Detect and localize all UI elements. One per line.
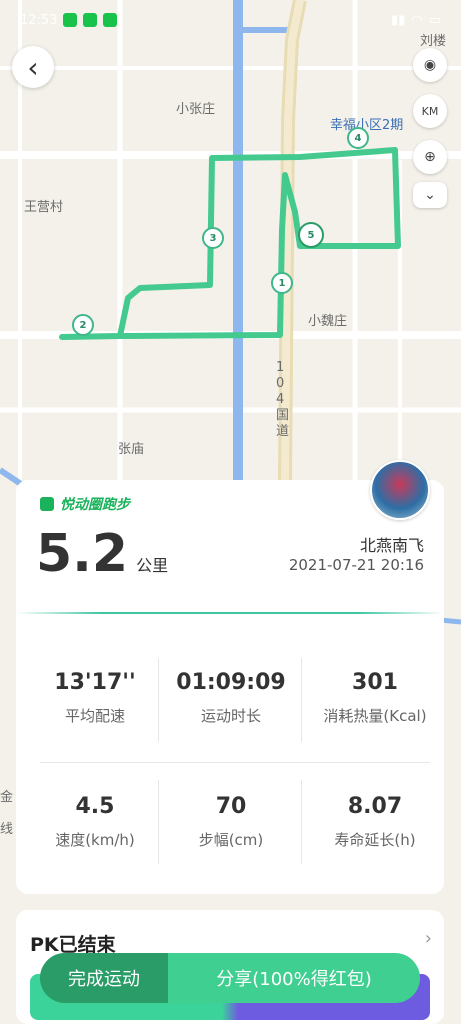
km-markers-button[interactable]: KM: [413, 94, 447, 128]
map-label: 张庙: [118, 442, 145, 457]
wifi-icon: ◠: [411, 12, 423, 28]
battery-icon: ▭: [428, 12, 441, 28]
run-datetime: 2021-07-21 20:16: [288, 556, 424, 574]
eye-icon: ◉: [423, 57, 437, 73]
stat-value: 301: [352, 670, 398, 695]
expand-controls-button[interactable]: ⌄: [413, 182, 447, 208]
visibility-toggle-button[interactable]: ◉: [413, 48, 447, 82]
distance-unit: 公里: [136, 556, 169, 575]
map-label: 小魏庄: [308, 314, 348, 329]
share-button[interactable]: 分享(100%得红包): [168, 953, 420, 1003]
divider: [158, 658, 159, 742]
stat-label: 寿命延长(h): [334, 831, 416, 849]
distance-value: 5.2: [36, 524, 129, 584]
stat-label: 平均配速: [64, 707, 125, 725]
stat-avg-pace: 13'17'' 平均配速: [30, 670, 160, 726]
stat-value: 8.07: [347, 794, 403, 819]
road-label: 104国道: [276, 360, 290, 439]
avatar[interactable]: [370, 460, 430, 520]
km-icon: KM: [421, 104, 439, 118]
map-label: 幸福小区2期: [330, 118, 404, 133]
app-notification-icon: [83, 13, 98, 27]
run-summary-card: 悦动圈跑步 5.2 公里 北燕南飞 2021-07-21 20:16 13'17…: [16, 480, 444, 894]
brand-logo-icon: [40, 497, 54, 511]
stat-duration: 01:09:09 运动时长: [166, 670, 296, 726]
status-time: 12:53: [20, 12, 58, 28]
stat-label: 消耗热量(Kcal): [323, 707, 427, 725]
chevron-right-icon: ›: [424, 928, 432, 949]
divider: [16, 612, 444, 614]
crosshair-icon: ⊕: [424, 149, 436, 165]
stat-value: 4.5: [75, 794, 115, 819]
brand-name: 悦动圈跑步: [60, 497, 130, 513]
end-marker: 5: [298, 222, 324, 248]
map-label: 金: [0, 790, 14, 805]
user-name: 北燕南飞: [359, 536, 424, 555]
divider: [301, 658, 302, 742]
map-label: 刘楼: [420, 34, 447, 49]
stat-value: 70: [215, 794, 247, 819]
finish-workout-button[interactable]: 完成运动: [40, 953, 168, 1003]
stat-stride: 70 步幅(cm): [166, 794, 296, 850]
stat-value: 13'17'': [54, 670, 136, 695]
chevron-down-icon: ⌄: [424, 187, 436, 203]
distance: 5.2 公里: [36, 528, 168, 580]
stat-value: 01:09:09: [176, 670, 286, 695]
km-marker: 1: [271, 272, 293, 294]
km-marker: 2: [72, 314, 94, 336]
status-bar: 12:53 ▮▮ ◠ ▭: [20, 8, 441, 32]
map-label: 线: [0, 822, 14, 837]
km-marker: 3: [202, 227, 224, 249]
back-arrow-icon: ‹: [27, 50, 39, 84]
divider: [40, 762, 430, 763]
app-notification-icon: [63, 13, 78, 27]
map-label: 小张庄: [176, 102, 216, 117]
locate-button[interactable]: ⊕: [413, 140, 447, 174]
signal-icon: ▮▮: [391, 12, 406, 28]
brand: 悦动圈跑步: [40, 494, 130, 514]
stat-label: 运动时长: [200, 707, 261, 725]
stat-calories: 301 消耗热量(Kcal): [302, 670, 448, 726]
chat-notification-icon: [103, 13, 118, 27]
km-marker: 4: [347, 127, 369, 149]
stat-label: 步幅(cm): [198, 831, 264, 849]
stat-life-extension: 8.07 寿命延长(h): [302, 794, 448, 850]
action-bar: 完成运动 分享(100%得红包): [40, 953, 420, 1003]
back-button[interactable]: ‹: [12, 46, 54, 88]
stat-speed: 4.5 速度(km/h): [30, 794, 160, 850]
map-label: 王营村: [24, 200, 64, 215]
stat-label: 速度(km/h): [55, 831, 135, 849]
